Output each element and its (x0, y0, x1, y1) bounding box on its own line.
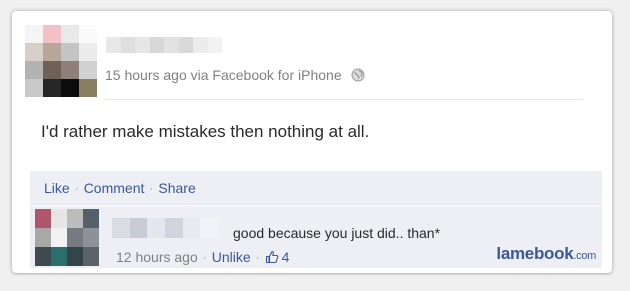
story-card: 15 hours ago via Facebook for iPhone I'd… (12, 11, 612, 273)
share-link[interactable]: Share (158, 180, 195, 196)
comment-link[interactable]: Comment (84, 180, 145, 196)
action-separator: · (74, 180, 79, 195)
post-meta: 15 hours ago via Facebook for iPhone (105, 67, 365, 83)
header-divider (105, 99, 583, 100)
poster-avatar[interactable] (25, 25, 97, 97)
poster-name-censored[interactable] (106, 37, 222, 53)
comment-text: good because you just did.. than* (233, 225, 441, 241)
status-message: I'd rather make mistakes then nothing at… (41, 122, 370, 141)
meta-separator: · (255, 250, 260, 264)
comment-timestamp[interactable]: 12 hours ago (116, 249, 198, 265)
like-link[interactable]: Like (44, 180, 70, 196)
meta-separator: · (202, 250, 207, 264)
post-timestamp[interactable]: 15 hours ago via Facebook for iPhone (105, 67, 342, 83)
comment-item: good because you just did.. than* 12 hou… (30, 206, 602, 268)
lamebook-watermark: lamebook.com (496, 244, 596, 264)
comment-meta: 12 hours ago · Unlike · 4 (116, 249, 289, 265)
commenter-name-censored[interactable] (112, 218, 219, 238)
action-separator: · (149, 180, 154, 195)
globe-icon[interactable] (351, 68, 365, 82)
comment-like-count[interactable]: 4 (282, 249, 290, 265)
watermark-suffix: .com (573, 250, 596, 262)
watermark-main: lamebook (496, 244, 574, 263)
thumbs-up-icon[interactable] (265, 250, 279, 264)
post-action-bar: Like · Comment · Share (30, 171, 602, 205)
unlike-link[interactable]: Unlike (212, 249, 251, 265)
commenter-avatar[interactable] (35, 209, 99, 266)
